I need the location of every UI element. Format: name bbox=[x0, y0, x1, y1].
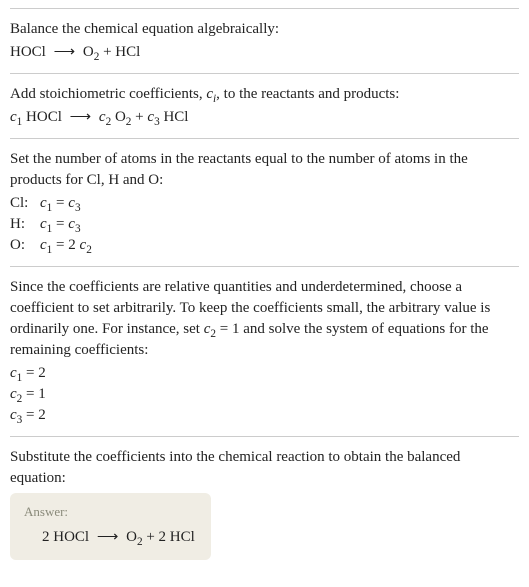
answer-box: Answer: 2 HOCl ⟶ O2 + 2 HCl bbox=[10, 493, 211, 560]
arrow-icon: ⟶ bbox=[54, 42, 76, 63]
atom-row-o: O: c1 = 2 c2 bbox=[10, 235, 519, 256]
equation-with-coefficients: c1 HOCl ⟶ c2 O2 + c3 HCl bbox=[10, 107, 519, 128]
atom-equations-list: Cl: c1 = c3 H: c1 = c3 O: c1 = 2 c2 bbox=[10, 193, 519, 256]
section-solve: Since the coefficients are relative quan… bbox=[10, 266, 519, 436]
solution-list: c1 = 2 c2 = 1 c3 = 2 bbox=[10, 363, 519, 426]
section-balance-intro: Balance the chemical equation algebraica… bbox=[10, 8, 519, 73]
section-add-coefficients: Add stoichiometric coefficients, ci, to … bbox=[10, 73, 519, 138]
atom-label: H: bbox=[10, 214, 32, 235]
intro-text: Set the number of atoms in the reactants… bbox=[10, 149, 519, 191]
eq-reactant: HOCl bbox=[10, 44, 50, 60]
intro-text: Substitute the coefficients into the che… bbox=[10, 447, 519, 489]
var-ci: c bbox=[206, 86, 213, 102]
solution-row: c2 = 1 bbox=[10, 384, 519, 405]
intro-text: Balance the chemical equation algebraica… bbox=[10, 19, 519, 40]
section-answer: Substitute the coefficients into the che… bbox=[10, 436, 519, 570]
atom-label: O: bbox=[10, 235, 32, 256]
intro-text: Since the coefficients are relative quan… bbox=[10, 277, 519, 361]
balanced-equation: 2 HOCl ⟶ O2 + 2 HCl bbox=[24, 527, 195, 548]
eq-product-b: + HCl bbox=[99, 44, 140, 60]
solution-row: c3 = 2 bbox=[10, 405, 519, 426]
arrow-icon: ⟶ bbox=[70, 107, 92, 128]
atom-row-cl: Cl: c1 = c3 bbox=[10, 193, 519, 214]
equation-unbalanced: HOCl ⟶ O2 + HCl bbox=[10, 42, 519, 63]
solution-row: c1 = 2 bbox=[10, 363, 519, 384]
arrow-icon: ⟶ bbox=[97, 527, 119, 548]
answer-label: Answer: bbox=[24, 503, 195, 521]
eq-product-a: O bbox=[79, 44, 94, 60]
atom-row-h: H: c1 = c3 bbox=[10, 214, 519, 235]
atom-label: Cl: bbox=[10, 193, 32, 214]
intro-text: Add stoichiometric coefficients, ci, to … bbox=[10, 84, 519, 105]
section-atom-equations: Set the number of atoms in the reactants… bbox=[10, 138, 519, 266]
